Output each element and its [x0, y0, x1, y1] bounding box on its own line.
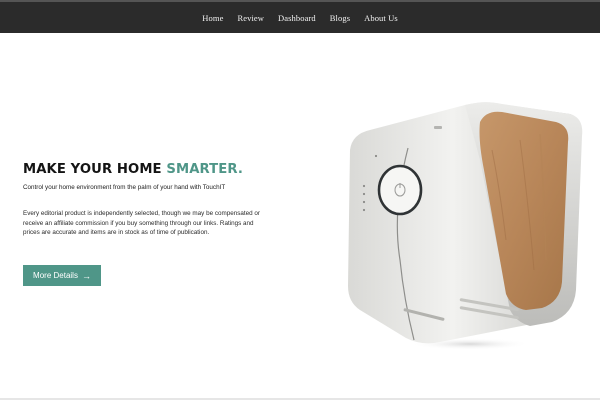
more-details-label: More Details	[33, 271, 78, 280]
smart-device-illustration	[348, 102, 583, 350]
hero-title-accent: SMARTER.	[166, 162, 243, 177]
nav-link-review[interactable]: Review	[237, 13, 264, 23]
nav-link-blogs[interactable]: Blogs	[330, 13, 350, 23]
hero-subtitle: Control your home environment from the p…	[23, 184, 226, 191]
nav-link-home[interactable]: Home	[202, 13, 223, 23]
product-image	[330, 90, 590, 360]
nav-link-about-us[interactable]: About Us	[364, 13, 398, 23]
arrow-right-icon: →	[81, 270, 91, 281]
top-navbar: Home Review Dashboard Blogs About Us	[0, 2, 600, 33]
hero-description: Every editorial product is independently…	[23, 210, 260, 237]
hero-title-main: MAKE YOUR HOME	[23, 162, 167, 177]
nav-link-dashboard[interactable]: Dashboard	[278, 13, 316, 23]
more-details-button[interactable]: More Details →	[23, 265, 101, 286]
hero-title: MAKE YOUR HOME SMARTER.	[23, 162, 243, 177]
